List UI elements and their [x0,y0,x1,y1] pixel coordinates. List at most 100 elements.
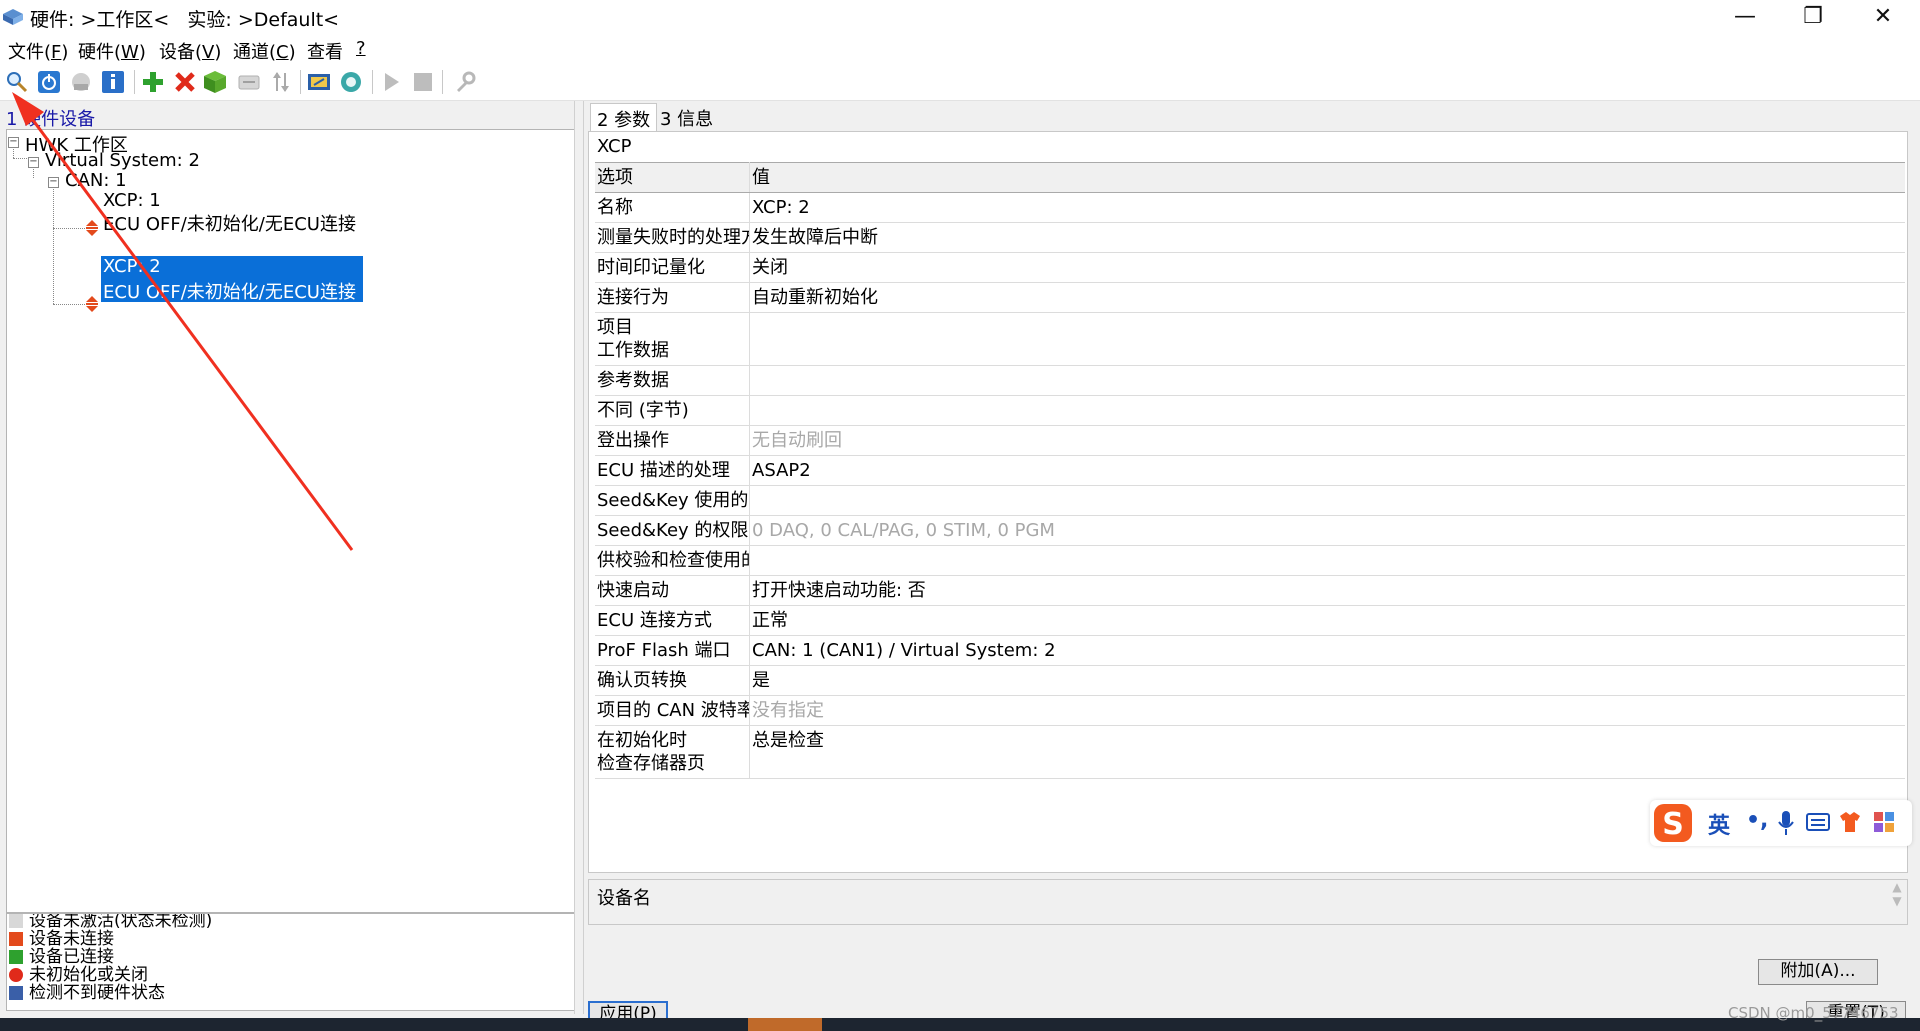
property-option: 快速启动 [595,575,750,606]
off-icon [9,968,23,982]
toolbar-separator [134,70,135,94]
minimize-button[interactable]: — [1710,0,1780,36]
property-row[interactable]: 供校验和检查使用的 [595,545,1905,576]
taskbar-active-item[interactable] [748,1018,822,1031]
property-value[interactable]: XCP: 2 [749,192,1905,223]
property-value[interactable]: 打开快速启动功能: 否 [749,575,1905,606]
tool-icon[interactable] [452,69,478,95]
menu-view[interactable]: 查看 [307,38,343,64]
menu-bar: 文件(F) 硬件(W) 设备(V) 通道(C) 查看 ? [0,36,1920,66]
property-row[interactable]: 测量失败时的处理方式发生故障后中断 [595,222,1905,253]
property-value[interactable]: 自动重新初始化 [749,282,1905,313]
device-not-connected-icon [86,220,98,236]
property-value[interactable]: 正常 [749,605,1905,636]
transfer-icon[interactable] [268,69,294,95]
add-icon[interactable] [140,69,166,95]
info-icon[interactable] [100,69,126,95]
tab-hardware-devices[interactable]: 1 硬件设备 [6,105,95,131]
property-row[interactable]: 项目的 CAN 波特率 没有指定 [595,695,1905,726]
network-icon[interactable] [338,69,364,95]
unknown-status-icon [9,986,23,1000]
property-value[interactable] [749,312,1905,366]
property-row[interactable]: ECU 描述的处理 ASAP2 [595,455,1905,486]
hardware-devices-panel: 1 硬件设备 − HWK 工作区 − Virtual System: 2 − C… [0,101,578,1014]
device-name-scrollbar[interactable]: ▲ ▼ [1887,880,1907,924]
app-icon [3,9,23,25]
property-value[interactable]: 0 DAQ, 0 CAL/PAG, 0 STIM, 0 PGM [749,515,1905,546]
inactive-icon [9,914,23,928]
title-bar: 硬件: >工作区< 实验: >Default< — ❐ ✕ [0,0,1920,36]
property-value[interactable] [749,545,1905,576]
vertical-scrollbar[interactable] [1910,131,1920,871]
property-value[interactable]: 无自动刷回 [749,425,1905,456]
property-row[interactable]: 名称 XCP: 2 [595,192,1905,223]
property-value[interactable]: 没有指定 [749,695,1905,726]
value-column-header[interactable]: 值 [749,162,1905,193]
menu-hardware[interactable]: 硬件(W) [78,38,146,64]
property-value[interactable] [749,485,1905,516]
property-option: 登出操作 [595,425,750,456]
property-row[interactable]: ECU 连接方式 正常 [595,605,1905,636]
stop-icon[interactable] [410,69,436,95]
property-row[interactable]: 时间印记量化 关闭 [595,252,1905,283]
skin-icon[interactable] [1838,810,1862,834]
keyboard-icon[interactable] [1806,812,1830,832]
menu-device[interactable]: 设备(V) [159,38,221,64]
property-row[interactable]: Seed&Key 使用的 [595,485,1905,516]
property-row[interactable]: 连接行为 自动重新初始化 [595,282,1905,313]
property-row[interactable]: 项目 工作数据 [595,312,1905,366]
search-icon[interactable] [4,69,30,95]
property-row[interactable]: 不同 (字节) [595,395,1905,426]
menu-channel[interactable]: 通道(C) [233,38,296,64]
collapse-icon[interactable]: − [48,177,59,188]
property-value[interactable]: CAN: 1 (CAN1) / Virtual System: 2 [749,635,1905,666]
tab-parameters[interactable]: 2 参数 [590,103,658,134]
property-row[interactable]: 在初始化时 检查存储器页 总是检查 [595,725,1905,779]
delete-icon[interactable] [172,69,198,95]
property-value[interactable]: 发生故障后中断 [749,222,1905,253]
property-option: 项目 工作数据 [595,312,750,366]
play-icon[interactable] [378,69,404,95]
restore-button[interactable]: ❐ [1778,0,1848,36]
property-row[interactable]: 参考数据 [595,365,1905,396]
device-icon[interactable] [236,69,262,95]
attach-button[interactable]: 附加(A)... [1758,959,1878,985]
tree-node-can[interactable]: CAN: 1 [65,170,127,191]
collapse-icon[interactable]: − [28,157,39,168]
property-value[interactable]: ASAP2 [749,455,1905,486]
tree-node-virtual-system[interactable]: Virtual System: 2 [45,150,200,171]
calibration-icon[interactable] [306,69,332,95]
property-value[interactable]: 关闭 [749,252,1905,283]
sogou-logo-icon[interactable]: S [1652,802,1694,844]
property-row[interactable]: 登出操作 无自动刷回 [595,425,1905,456]
option-column-header[interactable]: 选项 [595,162,750,193]
tree-node-xcp2-selected[interactable]: XCP: 2 ECU OFF/未初始化/无ECU连接 [101,256,363,303]
property-value[interactable] [749,395,1905,426]
property-value[interactable]: 是 [749,665,1905,696]
property-row[interactable]: 快速启动 打开快速启动功能: 否 [595,575,1905,606]
power-icon[interactable] [36,69,62,95]
tree-line [53,304,85,305]
property-value[interactable] [749,365,1905,396]
hardware-icon[interactable] [68,69,94,95]
ime-punctuation[interactable]: •, [1746,808,1768,833]
apps-icon[interactable] [1872,810,1896,834]
property-option: 项目的 CAN 波特率 [595,695,750,726]
menu-help[interactable]: ? [356,38,366,59]
tab-info[interactable]: 3 信息 [654,103,719,133]
panel-splitter[interactable] [574,101,584,1014]
ime-language[interactable]: 英 [1708,808,1730,840]
collapse-icon[interactable]: − [8,137,19,148]
microphone-icon[interactable] [1776,810,1796,836]
watermark: CSDN @m0_57746753 [1728,1004,1899,1022]
tree-node-xcp1[interactable]: XCP: 1 [103,190,161,211]
property-row[interactable]: ProF Flash 端口 CAN: 1 (CAN1) / Virtual Sys… [595,635,1905,666]
property-row[interactable]: Seed&Key 的权限 0 DAQ, 0 CAL/PAG, 0 STIM, 0 … [595,515,1905,546]
property-row[interactable]: 确认页转换是 [595,665,1905,696]
property-value[interactable]: 总是检查 [749,725,1905,779]
package-icon[interactable] [202,69,228,95]
property-header-row: 选项值 [595,162,1905,193]
connected-icon [9,950,23,964]
close-button[interactable]: ✕ [1848,0,1918,36]
menu-file[interactable]: 文件(F) [8,38,68,64]
